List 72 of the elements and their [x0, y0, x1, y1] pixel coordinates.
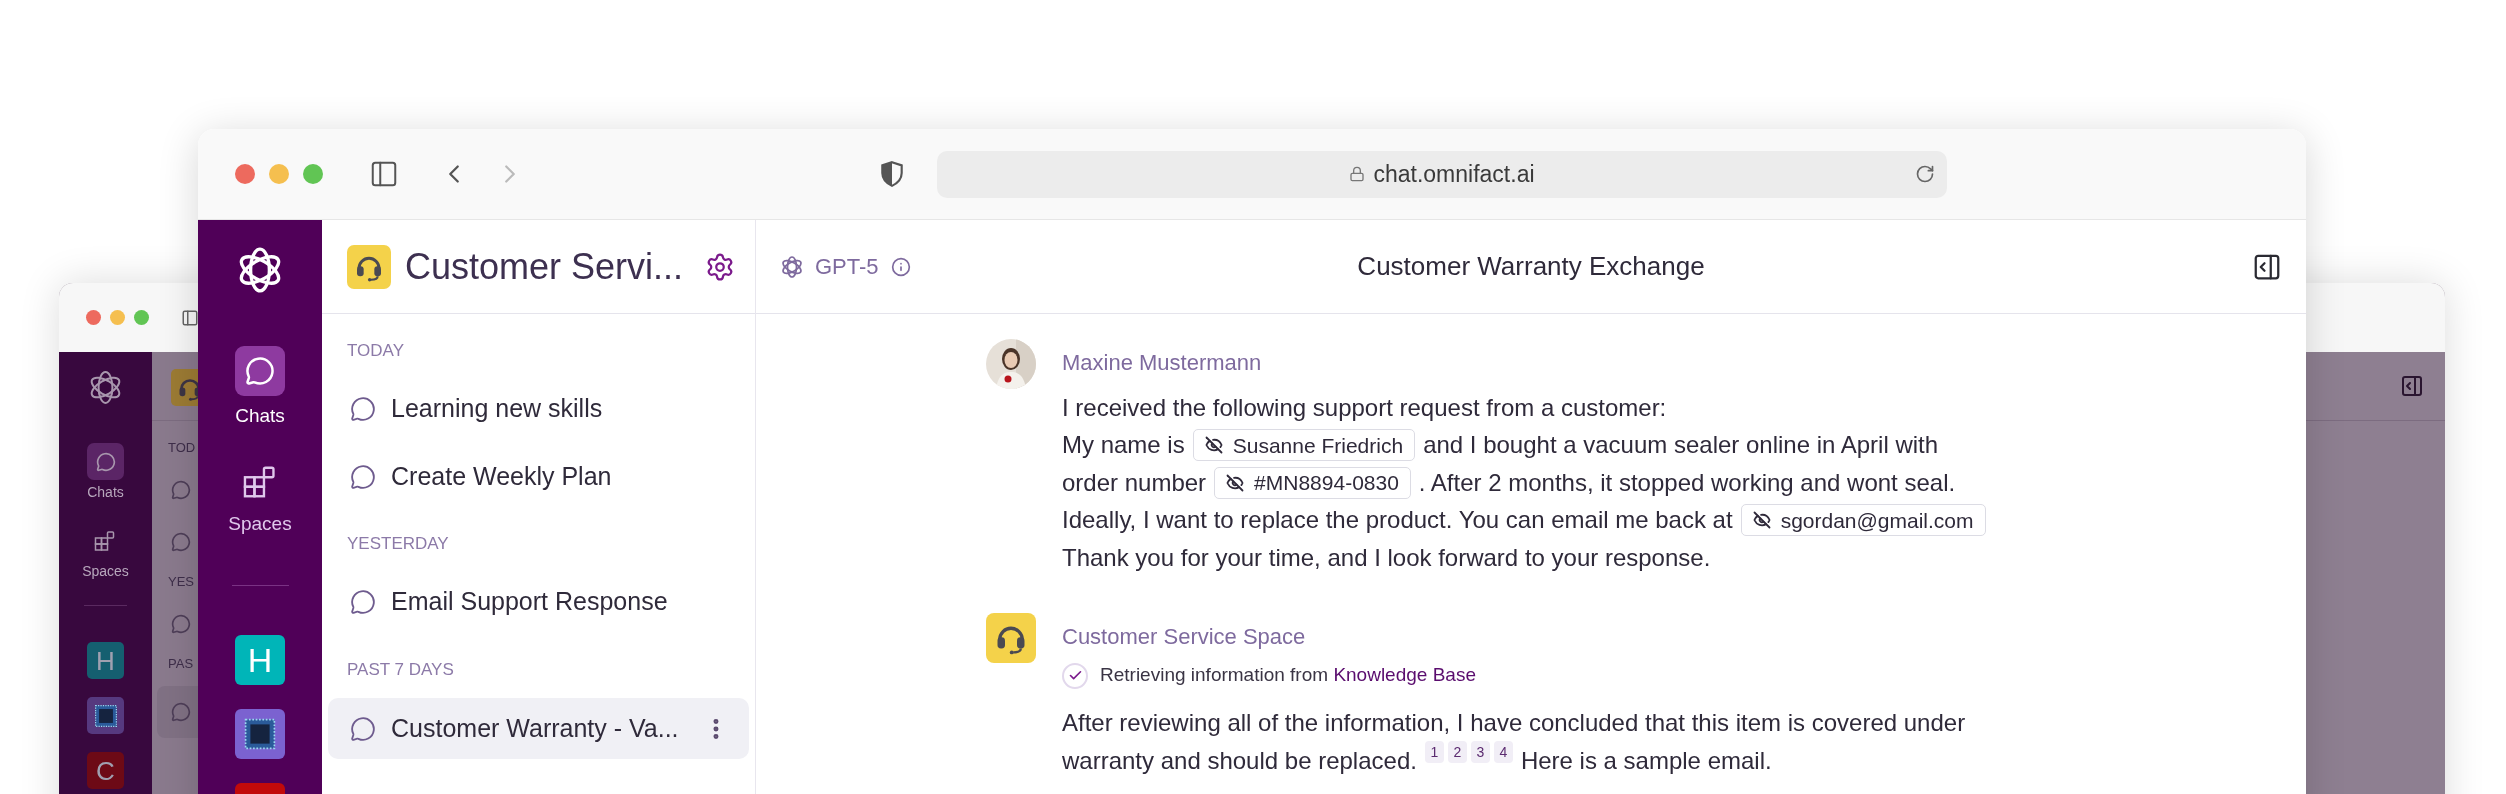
citation-link[interactable]: 1	[1424, 740, 1444, 763]
chat-bubble-icon	[245, 356, 275, 386]
chat-title: Customer Warranty Exchange	[1357, 250, 1705, 283]
info-icon[interactable]	[890, 256, 911, 277]
chip-icon	[242, 716, 278, 752]
section-label: PAS	[167, 655, 195, 673]
chat-bubble-icon	[171, 614, 191, 634]
nav-label: Spaces	[228, 513, 292, 535]
citation-link[interactable]: 4	[1493, 740, 1513, 763]
space-letter: C	[96, 757, 115, 784]
logo-icon	[780, 254, 804, 279]
message-text: and I bought a vacuum sealer online in April with	[1423, 430, 1939, 461]
chat-bubble-icon	[350, 715, 376, 742]
citation-link[interactable]: 3	[1470, 740, 1490, 763]
message-text: Thank you for your time, and I look forward to your response.	[1062, 542, 1711, 573]
chat-bubble-icon	[171, 480, 191, 500]
redacted-text: Susanne Friedrich	[1232, 432, 1404, 459]
panel-toggle-icon[interactable]	[2400, 374, 2424, 398]
chip-icon	[92, 702, 119, 729]
message-text: warranty and should be replaced.	[1062, 745, 1417, 776]
eye-off-icon	[1204, 436, 1223, 455]
nav-label: Spaces	[82, 563, 129, 579]
message-text: order number	[1062, 467, 1207, 498]
lock-icon	[1349, 165, 1366, 183]
section-label: TOD	[167, 439, 197, 457]
chat-bubble-icon	[171, 532, 191, 552]
nav-button[interactable]	[235, 346, 285, 396]
message-text: I received the following support request from a customer:	[1062, 392, 1667, 423]
section-label: YES	[167, 573, 195, 591]
reload-icon[interactable]	[1915, 164, 1935, 184]
shield-icon[interactable]	[879, 160, 905, 188]
space-letter: H	[96, 647, 115, 674]
author-name: Maxine Mustermann	[1062, 349, 1263, 377]
chat-bubble-icon	[350, 589, 376, 615]
chat-bubble-icon	[350, 396, 376, 422]
close-light[interactable]	[235, 164, 255, 184]
space-button[interactable]	[235, 709, 285, 759]
url-text: chat.omnifact.ai	[1373, 159, 1535, 189]
chat-list-item[interactable]: Learning new skills	[328, 379, 749, 439]
section-label: YESTERDAY	[346, 533, 450, 555]
message-text: Here is a sample email.	[1520, 745, 1772, 776]
space-button[interactable]	[87, 697, 124, 734]
citation-link[interactable]: 2	[1447, 740, 1467, 763]
status-text: Retrieving information from Knowledge Base	[1100, 663, 1476, 688]
section-label: TODAY	[346, 340, 405, 362]
model-name[interactable]: GPT-5	[815, 250, 879, 283]
chat-bubble-icon	[350, 464, 376, 490]
close-light[interactable]	[86, 310, 101, 325]
address-bar[interactable]: chat.omnifact.ai	[937, 150, 1947, 198]
nav-label: Chats	[87, 484, 124, 500]
sidebar-toggle-icon[interactable]	[181, 308, 199, 327]
message-text: After reviewing all of the information, I have concluded that this item is covered under	[1062, 708, 1966, 739]
message-text: Ideally, I want to replace the product. You can email me back at	[1062, 505, 1733, 536]
space-letter: H	[247, 643, 273, 677]
chat-list-item[interactable]: Email Support Response	[328, 572, 749, 632]
nav-label: Chats	[235, 405, 285, 427]
redacted-text: #MN8894-0830	[1254, 470, 1399, 496]
eye-off-icon	[1226, 473, 1245, 492]
space-title: Customer Servi...	[405, 244, 685, 289]
redacted-text: sgordan@gmail.com	[1780, 507, 1974, 534]
chat-bubble-icon	[95, 451, 116, 472]
author-name: Customer Service Space	[1062, 622, 1307, 651]
section-label: PAST 7 DAYS	[346, 659, 455, 681]
nav-button[interactable]	[87, 443, 124, 480]
space-button[interactable]: C	[87, 752, 124, 789]
message-text: . After 2 months, it stopped working and wont seal.	[1418, 467, 1956, 498]
chat-list-item[interactable]: Customer Warranty - Va...	[328, 698, 749, 759]
settings-icon[interactable]	[705, 251, 735, 282]
message-text: My name is	[1062, 430, 1185, 461]
chat-list-item[interactable]: Create Weekly Plan	[328, 447, 749, 507]
eye-off-icon	[1752, 511, 1771, 530]
chat-bubble-icon	[171, 702, 191, 722]
